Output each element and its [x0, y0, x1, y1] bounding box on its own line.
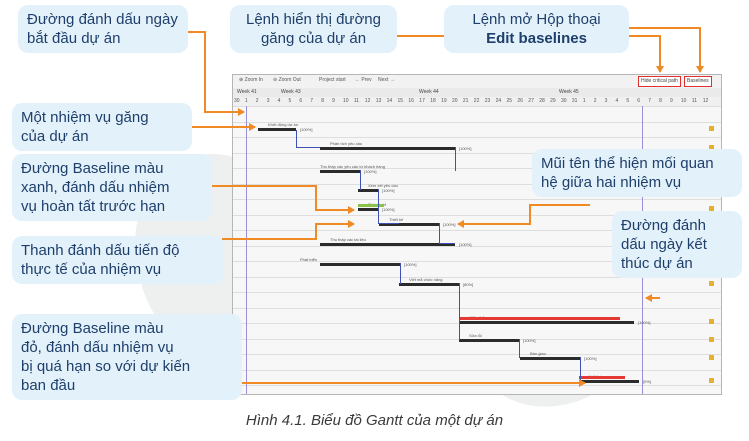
callout-line: găng của dự án: [260, 30, 367, 47]
callout-line: của dự án: [21, 128, 89, 145]
callout-line: Đường đánh dấu ngày: [27, 11, 178, 28]
callout-line: Lệnh hiển thị đường: [246, 11, 381, 28]
callout-line: hệ giữa hai nhiệm vụ: [541, 174, 682, 191]
callout-critical-task: Một nhiệm vụ găng của dự án: [12, 103, 192, 151]
callout-line: Một nhiệm vụ găng: [21, 109, 149, 126]
callout-line: Đường Baseline màu: [21, 160, 164, 177]
callout-line: bắt đầu dự án: [27, 30, 121, 47]
arrow-progress-bar: [222, 220, 355, 240]
callout-line: đỏ, đánh dấu nhiệm vụ: [21, 339, 174, 356]
callout-line: thực tế của nhiệm vụ: [21, 261, 162, 278]
callout-line: vụ hoàn tất trước hạn: [21, 198, 166, 215]
callout-line: thúc dự án: [621, 255, 693, 272]
callout-line: Đường đánh: [621, 217, 706, 234]
figure-caption: Hình 4.1. Biểu đồ Gantt của một dự án: [245, 412, 504, 429]
callout-open-edit-baselines: Lệnh mở Hộp thoại Edit baselines: [444, 5, 629, 53]
arrow-dependency: [457, 204, 590, 228]
callout-line: Mũi tên thể hiện mối quan: [541, 155, 714, 172]
callout-start-date-line: Đường đánh dấu ngày bắt đầu dự án: [18, 5, 188, 53]
callout-dependency-arrow: Mũi tên thể hiện mối quan hệ giữa hai nh…: [532, 149, 742, 197]
callout-line: Đường Baseline màu: [21, 320, 164, 337]
callout-line: Edit baselines: [486, 30, 587, 47]
callout-line: Lệnh mở Hộp thoại: [472, 11, 601, 28]
callout-end-date-line: Đường đánh dấu ngày kết thúc dự án: [612, 211, 742, 278]
arrow-green-baseline: [210, 185, 355, 214]
callout-progress-bar: Thanh đánh dấu tiến độ thực tế của nhiệm…: [12, 236, 224, 284]
callout-line: dấu ngày kết: [621, 236, 707, 253]
callout-green-baseline: Đường Baseline màu xanh, đánh dấu nhiệm …: [12, 154, 212, 221]
callout-line: xanh, đánh dấu nhiệm: [21, 179, 170, 196]
callout-show-critical-path: Lệnh hiển thị đường găng của dự án: [230, 5, 397, 53]
callout-line: bị quá hạn so với dự kiến: [21, 358, 191, 375]
callout-line: Thanh đánh dấu tiến độ: [21, 242, 180, 259]
callout-red-baseline: Đường Baseline màu đỏ, đánh dấu nhiệm vụ…: [12, 314, 242, 400]
arrow-baselines: [628, 27, 704, 73]
callout-line: ban đầu: [21, 377, 76, 394]
